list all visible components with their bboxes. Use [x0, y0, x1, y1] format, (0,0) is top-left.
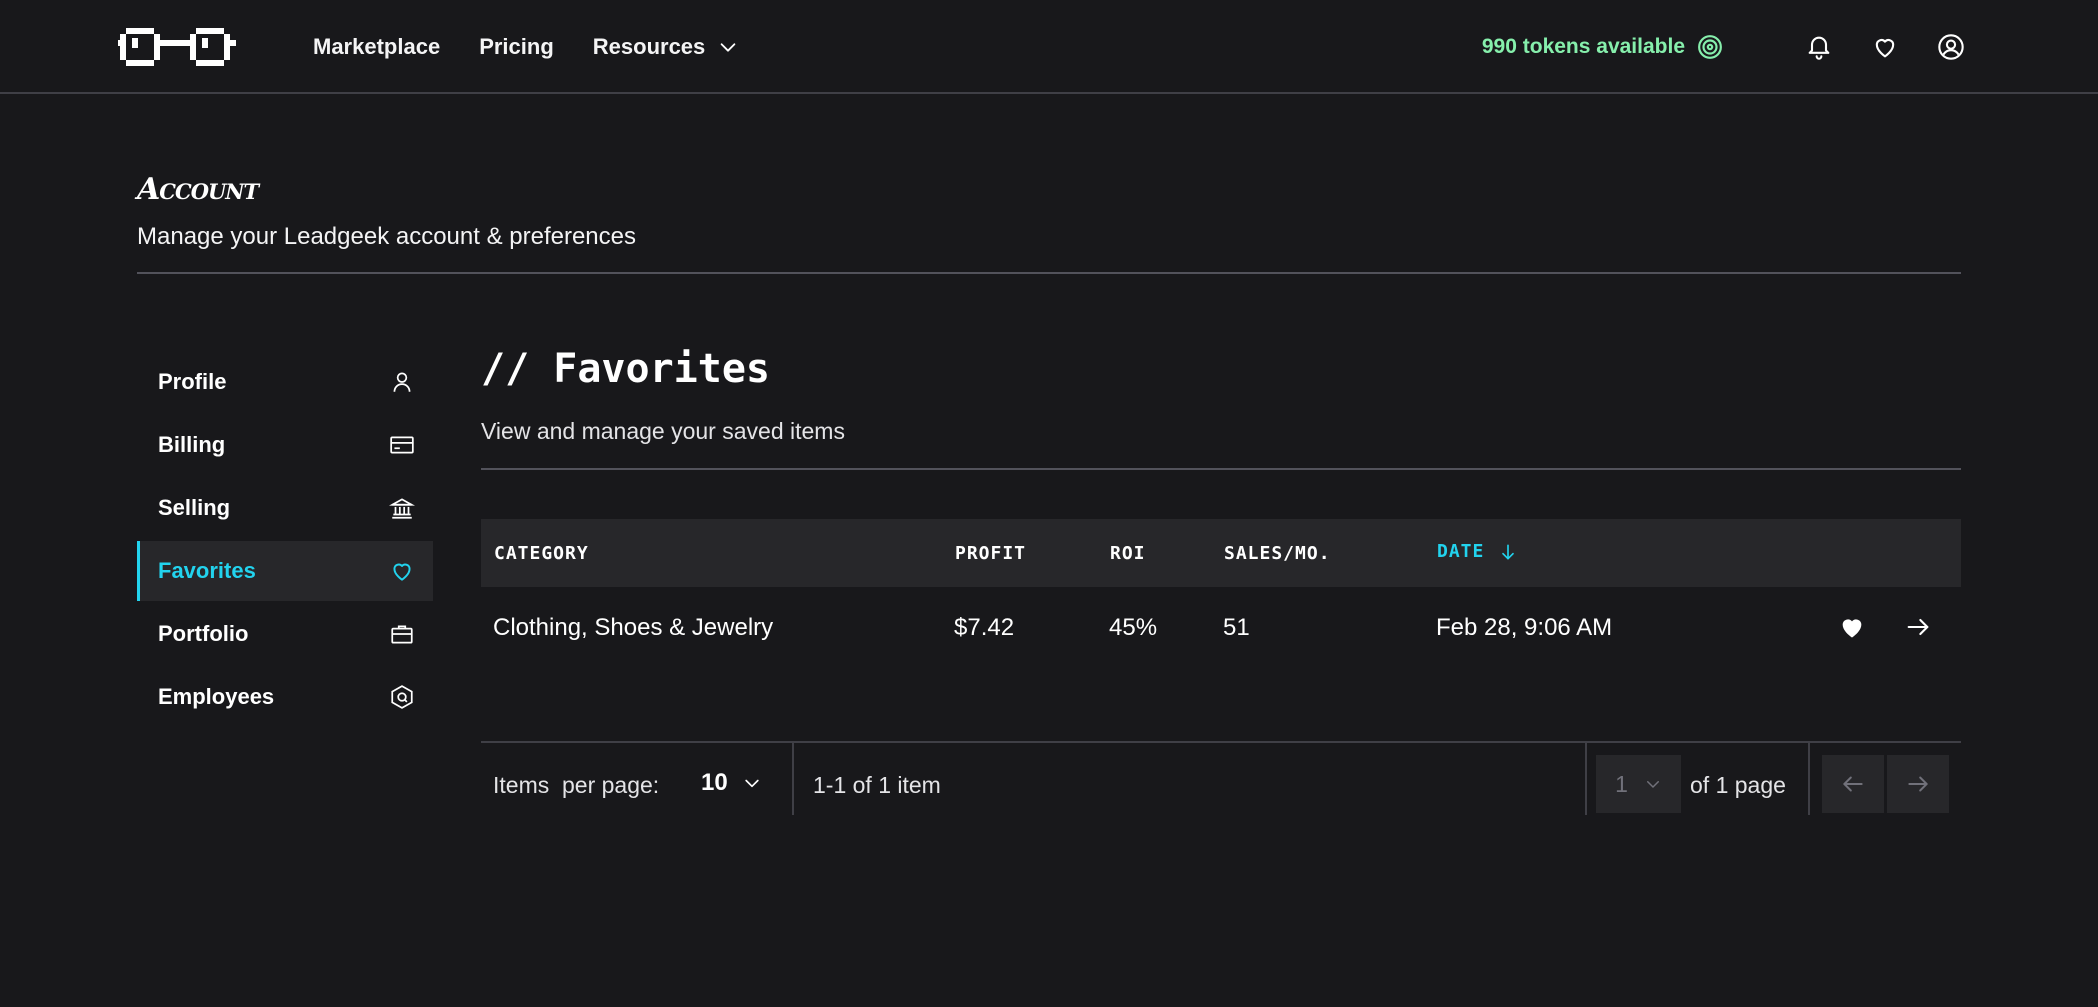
- leadgeek-logo-icon[interactable]: [118, 22, 238, 72]
- arrow-right-icon: [1908, 776, 1928, 792]
- bell-icon: [1808, 36, 1830, 60]
- chevron-down-icon: [745, 779, 759, 788]
- nav-pricing-label: Pricing: [479, 34, 554, 59]
- column-header-profit[interactable]: PROFIT: [955, 543, 1026, 564]
- sidebar-item-label: Billing: [158, 432, 226, 457]
- chevron-down-icon: [1646, 781, 1659, 788]
- items-per-page-select[interactable]: 10: [701, 769, 762, 797]
- sidebar-item-label: Portfolio: [158, 621, 249, 646]
- sidebar-item-portfolio[interactable]: Portfolio: [137, 604, 433, 664]
- column-header-roi[interactable]: ROI: [1110, 543, 1146, 564]
- credit-card-icon: [390, 436, 414, 454]
- page-title: // Favorites: [481, 346, 770, 392]
- items-per-page-label: Items per page:: [493, 772, 660, 798]
- sidebar-item-selling[interactable]: Selling: [137, 478, 433, 538]
- user-circle-icon: [1938, 34, 1964, 60]
- main-nav: Marketplace Pricing Resources: [313, 0, 739, 94]
- cell-date: Feb 28, 9:06 AM: [1436, 614, 1613, 641]
- arrow-down-icon: [1502, 544, 1515, 559]
- cell-roi: 45%: [1109, 614, 1158, 641]
- account-subtitle: Manage your Leadgeek account & preferenc…: [137, 223, 636, 250]
- divider: [481, 468, 1961, 470]
- sidebar-item-label: Profile: [158, 369, 227, 394]
- favorites-button[interactable]: [1871, 33, 1899, 61]
- divider: [1808, 743, 1810, 815]
- account-title: Account: [137, 172, 259, 207]
- sidebar-item-billing[interactable]: Billing: [137, 415, 433, 475]
- hexagon-icon: [391, 685, 413, 709]
- items-per-page-value: 10: [701, 769, 728, 796]
- chevron-down-icon: [720, 43, 736, 52]
- nav-marketplace-label: Marketplace: [313, 34, 441, 59]
- column-header-date-label: DATE: [1437, 541, 1485, 562]
- next-page-button[interactable]: [1887, 755, 1949, 813]
- tokens-available[interactable]: 990 tokens available: [1482, 34, 1723, 60]
- items-range: 1-1 of 1 item: [813, 772, 941, 798]
- column-header-category[interactable]: CATEGORY: [494, 543, 589, 564]
- current-page-value: 1: [1615, 770, 1628, 797]
- nav-marketplace[interactable]: Marketplace: [313, 34, 440, 60]
- column-header-sales[interactable]: SALES/MO.: [1224, 543, 1331, 564]
- of-pages-label: of 1 page: [1690, 772, 1786, 798]
- account-button[interactable]: [1937, 33, 1965, 61]
- top-navbar: Marketplace Pricing Resources 990 tokens…: [0, 0, 2098, 94]
- heart-icon: [393, 563, 411, 581]
- notifications-button[interactable]: [1805, 33, 1833, 61]
- arrow-left-icon: [1843, 776, 1863, 792]
- pagination: Items per page: 10 1-1 of 1 item 1 of 1 …: [481, 741, 1961, 815]
- prev-page-button[interactable]: [1822, 755, 1884, 813]
- cell-category: Clothing, Shoes & Jewelry: [493, 614, 774, 641]
- unfavorite-button[interactable]: [1838, 613, 1866, 641]
- arrow-right-icon: [1907, 618, 1929, 636]
- sidebar-item-label: Selling: [158, 495, 231, 520]
- table-row[interactable]: Clothing, Shoes & Jewelry $7.42 45% 51 F…: [481, 587, 1961, 667]
- header-right: 990 tokens available: [1482, 0, 1965, 94]
- divider: [137, 272, 1961, 274]
- bank-icon: [389, 498, 415, 519]
- nav-resources[interactable]: Resources: [593, 34, 740, 60]
- sidebar-item-label: Favorites: [158, 558, 256, 583]
- nav-resources-label: Resources: [592, 34, 706, 59]
- view-item-button[interactable]: [1904, 613, 1932, 641]
- nav-pricing[interactable]: Pricing: [479, 34, 554, 60]
- divider: [1585, 743, 1587, 815]
- page-select[interactable]: 1: [1596, 755, 1681, 813]
- user-icon: [393, 372, 411, 392]
- favorites-table: CATEGORY PROFIT ROI SALES/MO. DATE Cloth…: [481, 519, 1961, 667]
- column-header-date[interactable]: DATE: [1437, 541, 1518, 562]
- briefcase-icon: [391, 625, 413, 644]
- divider: [792, 743, 794, 815]
- account-sidebar: Profile Billing Selling Favorites Portfo…: [137, 352, 433, 730]
- sidebar-item-label: Employees: [158, 684, 275, 709]
- cell-profit: $7.42: [954, 614, 1015, 641]
- heart-filled-icon: [1842, 619, 1862, 638]
- page-subtitle: View and manage your saved items: [481, 418, 845, 444]
- cell-sales: 51: [1223, 614, 1250, 641]
- table-header: CATEGORY PROFIT ROI SALES/MO. DATE: [481, 519, 1961, 587]
- sidebar-item-profile[interactable]: Profile: [137, 352, 433, 412]
- tokens-label: 990 tokens available: [1481, 35, 1685, 58]
- sidebar-item-employees[interactable]: Employees: [137, 667, 433, 727]
- heart-outline-icon: [1875, 39, 1895, 58]
- token-coin-icon: [1698, 35, 1722, 59]
- sidebar-item-favorites[interactable]: Favorites: [137, 541, 433, 601]
